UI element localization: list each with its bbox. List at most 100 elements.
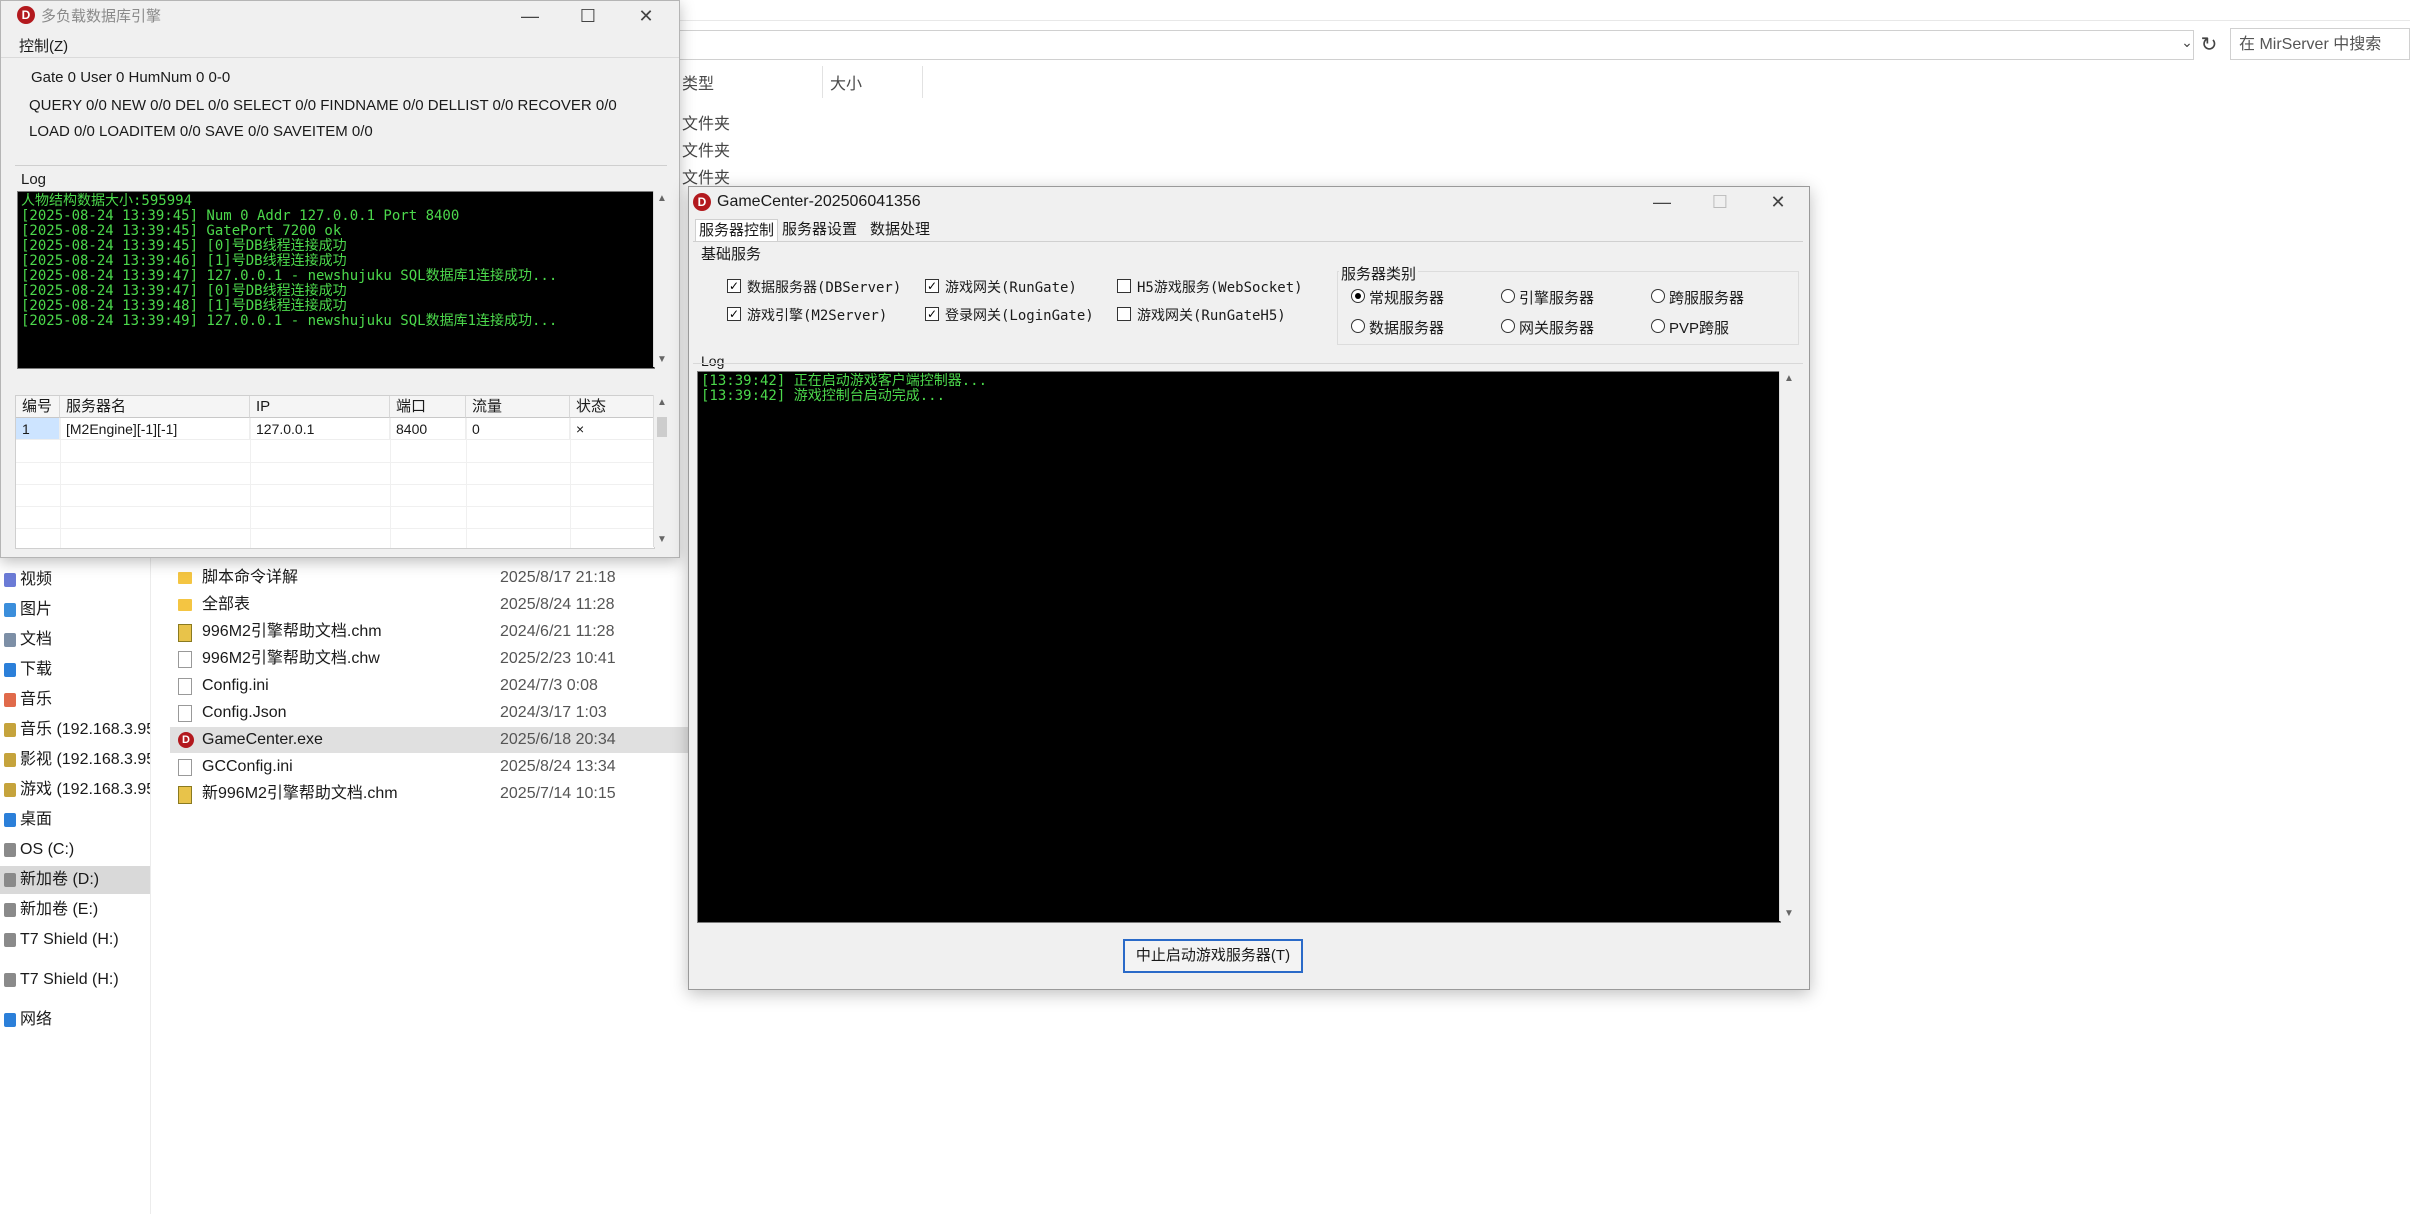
file-row[interactable]: Config.Json 2024/3/17 1:03 xyxy=(170,700,690,726)
service-checkbox[interactable] xyxy=(1117,307,1131,321)
column-header-size[interactable]: 大小 xyxy=(830,70,862,94)
server-type-radio-label[interactable]: 跨服服务器 xyxy=(1669,287,1744,308)
server-type-radio[interactable] xyxy=(1351,289,1365,303)
sidebar-item-label: 下载 xyxy=(20,661,53,678)
stat-line-gate: Gate 0 User 0 HumNum 0 0-0 xyxy=(31,69,231,86)
grid-header[interactable]: 流量 xyxy=(466,396,570,418)
scroll-up-icon[interactable]: ▲ xyxy=(654,397,670,408)
chevron-down-icon[interactable]: ⌄ xyxy=(2178,34,2196,54)
refresh-icon[interactable]: ↻ xyxy=(2198,30,2220,60)
file-row[interactable]: 全部表 2025/8/24 11:28 xyxy=(170,592,690,618)
sidebar-item[interactable]: T7 Shield (H:) xyxy=(0,926,150,954)
sidebar-item[interactable]: 图片 xyxy=(0,596,150,624)
file-row[interactable]: GCConfig.ini 2025/8/24 13:34 xyxy=(170,754,690,780)
minimize-icon[interactable]: — xyxy=(507,1,553,31)
service-checkbox-label[interactable]: 游戏网关(RunGate) xyxy=(945,277,1077,297)
grid-header[interactable]: IP xyxy=(250,396,390,418)
service-checkbox[interactable]: ✓ xyxy=(925,279,939,293)
tab-data-processing[interactable]: 数据处理 xyxy=(867,219,933,241)
service-checkbox-label[interactable]: 数据服务器(DBServer) xyxy=(747,277,901,297)
grid-header[interactable]: 端口 xyxy=(390,396,466,418)
sidebar-item[interactable]: 新加卷 (E:) xyxy=(0,896,150,924)
server-type-radio[interactable] xyxy=(1501,289,1515,303)
server-type-radio[interactable] xyxy=(1501,319,1515,333)
sidebar-item[interactable]: 新加卷 (D:) xyxy=(0,866,150,894)
log-line: [2025-08-24 13:39:45] Num 0 Addr 127.0.0… xyxy=(21,208,460,224)
minimize-icon[interactable]: — xyxy=(1639,187,1685,217)
grid-cell-port[interactable]: 8400 xyxy=(390,418,466,440)
sidebar-item-label: T7 Shield (H:) xyxy=(20,971,119,988)
scroll-down-icon[interactable]: ▼ xyxy=(654,534,670,545)
sidebar-item[interactable]: T7 Shield (H:) xyxy=(0,966,150,994)
server-type-radio[interactable] xyxy=(1351,319,1365,333)
service-checkbox-label[interactable]: 游戏引擎(M2Server) xyxy=(747,305,887,325)
service-checkbox[interactable] xyxy=(1117,279,1131,293)
stop-server-button[interactable]: 中止启动游戏服务器(T) xyxy=(1123,939,1303,973)
maximize-icon[interactable]: ☐ xyxy=(565,1,611,31)
service-checkbox[interactable]: ✓ xyxy=(727,279,741,293)
close-icon[interactable]: ✕ xyxy=(623,1,669,31)
service-checkbox-label[interactable]: 游戏网关(RunGateH5) xyxy=(1137,305,1286,325)
server-type-radio-label[interactable]: 网关服务器 xyxy=(1519,317,1594,338)
server-type-radio-label[interactable]: PVP跨服 xyxy=(1669,317,1729,338)
log-scrollbar[interactable]: ▲ ▼ xyxy=(653,191,670,367)
server-type-radio-label[interactable]: 数据服务器 xyxy=(1369,317,1444,338)
scroll-up-icon[interactable]: ▲ xyxy=(654,193,670,204)
grid-cell-server-name[interactable]: [M2Engine][-1][-1] xyxy=(60,418,250,440)
grid-line xyxy=(16,484,654,485)
server-type-radio-label[interactable]: 常规服务器 xyxy=(1369,287,1444,308)
video-icon xyxy=(4,572,16,587)
service-checkbox[interactable]: ✓ xyxy=(925,307,939,321)
file-row[interactable]: 脚本命令详解 2025/8/17 21:18 xyxy=(170,565,690,591)
sidebar-item[interactable]: 文档 xyxy=(0,626,150,654)
sidebar-item[interactable]: OS (C:) xyxy=(0,836,150,864)
server-type-radio[interactable] xyxy=(1651,319,1665,333)
column-header-type[interactable]: 类型 xyxy=(682,70,714,94)
sidebar-item[interactable]: 音乐 (192.168.3.95 xyxy=(0,716,150,744)
grid-cell-id[interactable]: 1 xyxy=(16,418,60,440)
sidebar-item[interactable]: 桌面 xyxy=(0,806,150,834)
sidebar-item[interactable]: 影视 (192.168.3.95 xyxy=(0,746,150,774)
file-name: GameCenter.exe xyxy=(202,731,323,748)
scroll-down-icon[interactable]: ▼ xyxy=(654,354,670,365)
tab-server-settings[interactable]: 服务器设置 xyxy=(779,219,860,241)
network-drive-icon xyxy=(4,722,16,737)
sidebar-item[interactable]: 视频 xyxy=(0,566,150,594)
file-row[interactable]: 新996M2引擎帮助文档.chm 2025/7/14 10:15 xyxy=(170,781,690,807)
server-type-radio-label[interactable]: 引擎服务器 xyxy=(1519,287,1594,308)
folder-icon xyxy=(178,572,192,584)
search-input[interactable]: 在 MirServer 中搜索 xyxy=(2230,28,2410,60)
file-row[interactable]: 996M2引擎帮助文档.chm 2024/6/21 11:28 xyxy=(170,619,690,645)
service-checkbox-label[interactable]: 登录网关(LoginGate) xyxy=(945,305,1094,325)
service-checkbox-label[interactable]: H5游戏服务(WebSocket) xyxy=(1137,277,1303,297)
grid-scrollbar[interactable]: ▲ ▼ xyxy=(653,395,670,547)
gc-log-panel[interactable]: [13:39:42] 正在启动游戏客户端控制器... [13:39:42] 游戏控… xyxy=(697,371,1781,923)
file-type-cell: 文件夹 xyxy=(682,116,731,133)
scroll-up-icon[interactable]: ▲ xyxy=(1780,373,1798,384)
file-row[interactable]: 996M2引擎帮助文档.chw 2025/2/23 10:41 xyxy=(170,646,690,672)
sidebar-item[interactable]: 网络 xyxy=(0,1006,150,1034)
sidebar-item[interactable]: 音乐 xyxy=(0,686,150,714)
server-grid[interactable]: 编号 服务器名 IP 端口 流量 状态 1 [M2Engine][-1][-1]… xyxy=(15,395,655,549)
log-scrollbar[interactable]: ▲ ▼ xyxy=(1779,371,1798,921)
grid-header[interactable]: 服务器名 xyxy=(60,396,250,418)
grid-cell-status[interactable]: × xyxy=(570,418,654,440)
file-row[interactable]: D GameCenter.exe 2025/6/18 20:34 xyxy=(170,727,690,753)
grid-cell-ip[interactable]: 127.0.0.1 xyxy=(250,418,390,440)
scroll-thumb[interactable] xyxy=(657,417,667,437)
service-checkbox[interactable]: ✓ xyxy=(727,307,741,321)
network-drive-icon xyxy=(4,752,16,767)
close-icon[interactable]: ✕ xyxy=(1755,187,1801,217)
sidebar-item[interactable]: 游戏 (192.168.3.95 xyxy=(0,776,150,804)
db-log-panel[interactable]: 人物结构数据大小:595994 [2025-08-24 13:39:45] Num… xyxy=(17,191,655,369)
grid-cell-traffic[interactable]: 0 xyxy=(466,418,570,440)
server-type-radio[interactable] xyxy=(1651,289,1665,303)
tab-server-control[interactable]: 服务器控制 xyxy=(695,219,779,242)
scroll-down-icon[interactable]: ▼ xyxy=(1780,908,1798,919)
file-row[interactable]: Config.ini 2024/7/3 0:08 xyxy=(170,673,690,699)
menu-control[interactable]: 控制(Z) xyxy=(19,35,68,56)
grid-header[interactable]: 编号 xyxy=(16,396,60,418)
grid-header[interactable]: 状态 xyxy=(570,396,654,418)
sidebar-item[interactable]: 下载 xyxy=(0,656,150,684)
address-bar[interactable] xyxy=(440,30,2194,60)
